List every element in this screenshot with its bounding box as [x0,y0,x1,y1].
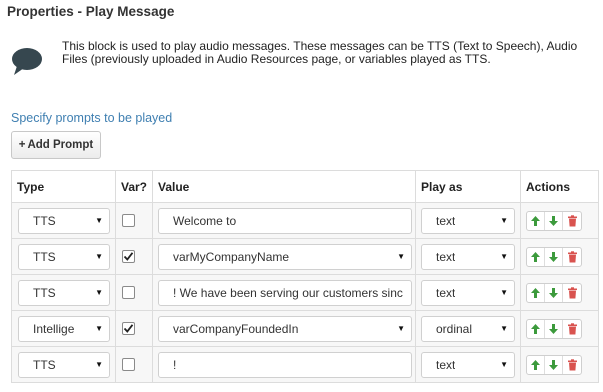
panel-bottom-edge [0,384,603,392]
play-as-select[interactable]: text ▼ [421,279,515,306]
play-as-select-text: text [436,285,456,300]
caret-down-icon: ▼ [95,252,103,261]
value-input[interactable]: ! We have been serving our customers sin… [158,279,412,306]
arrow-down-icon[interactable] [545,247,563,266]
value-select[interactable]: varMyCompanyName ▼ [158,243,412,270]
type-select[interactable]: TTS ▼ [18,279,110,306]
row-actions [526,246,582,267]
prompts-table: Type Var? Value Play as Actions TTS ▼ Wel… [11,170,599,383]
table-row: TTS ▼ Welcome to text ▼ [11,202,599,239]
arrow-down-icon[interactable] [545,211,563,230]
type-select-text: TTS [33,357,56,372]
arrow-up-icon[interactable] [527,211,545,230]
arrow-up-icon[interactable] [527,319,545,338]
play-as-select[interactable]: text ▼ [421,243,515,270]
add-prompt-label: Add Prompt [27,139,94,151]
trash-icon[interactable] [563,248,581,266]
caret-down-icon: ▼ [95,324,103,333]
table-row: TTS ▼ ! We have been serving our customer… [11,274,599,311]
caret-down-icon: ▼ [500,252,508,261]
type-select[interactable]: TTS ▼ [18,207,110,234]
table-row: TTS ▼ ! text ▼ [11,346,599,383]
var-checkbox[interactable] [122,322,135,335]
table-row: Intellige ▼ varCompanyFoundedIn ▼ ordinal ▼ [11,310,599,347]
play-as-select-text: text [436,357,456,372]
play-as-select-text: ordinal [436,321,473,336]
arrow-up-icon[interactable] [527,247,545,266]
header-value: Value [152,170,416,203]
trash-icon[interactable] [563,356,581,374]
caret-down-icon: ▼ [500,288,508,297]
play-as-select-text: text [436,213,456,228]
row-actions [526,282,582,303]
var-checkbox[interactable] [122,214,135,227]
var-checkbox[interactable] [122,358,135,371]
table-header-row: Type Var? Value Play as Actions [11,170,599,203]
play-as-select[interactable]: text ▼ [421,207,515,234]
caret-down-icon: ▼ [95,288,103,297]
type-select-text: TTS [33,249,56,264]
type-select[interactable]: TTS ▼ [18,351,110,378]
row-actions [526,210,582,231]
var-checkbox[interactable] [122,286,135,299]
trash-icon[interactable] [563,320,581,338]
arrow-down-icon[interactable] [545,283,563,302]
value-select[interactable]: varCompanyFoundedIn ▼ [158,315,412,342]
value-select-text: varCompanyFoundedIn [173,321,299,336]
caret-down-icon: ▼ [95,216,103,225]
trash-icon[interactable] [563,284,581,302]
caret-down-icon: ▼ [397,324,405,333]
panel-description: This block is used to play audio message… [62,39,578,66]
value-input[interactable]: ! [158,351,412,378]
header-var: Var? [115,170,153,203]
arrow-down-icon[interactable] [545,319,563,338]
type-select-text: TTS [33,213,56,228]
header-play-as: Play as [415,170,521,203]
value-input[interactable]: Welcome to [158,207,412,234]
row-actions [526,354,582,375]
row-actions [526,318,582,339]
type-select-text: TTS [33,285,56,300]
header-actions: Actions [520,170,599,203]
caret-down-icon: ▼ [500,216,508,225]
speech-bubble-icon [12,48,42,75]
type-select[interactable]: Intellige ▼ [18,315,110,342]
caret-down-icon: ▼ [500,324,508,333]
arrow-up-icon[interactable] [527,283,545,302]
plus-icon: + [18,139,26,151]
add-prompt-button[interactable]: + Add Prompt [11,131,101,159]
caret-down-icon: ▼ [397,252,405,261]
var-checkbox[interactable] [122,250,135,263]
type-select-text: Intellige [33,321,75,336]
play-as-select[interactable]: text ▼ [421,351,515,378]
trash-icon[interactable] [563,212,581,230]
type-select[interactable]: TTS ▼ [18,243,110,270]
arrow-down-icon[interactable] [545,355,563,374]
caret-down-icon: ▼ [500,360,508,369]
arrow-up-icon[interactable] [527,355,545,374]
specify-prompts-label: Specify prompts to be played [11,111,173,125]
panel-title: Properties - Play Message [7,4,175,19]
table-row: TTS ▼ varMyCompanyName ▼ text ▼ [11,238,599,275]
caret-down-icon: ▼ [95,360,103,369]
play-as-select-text: text [436,249,456,264]
header-type: Type [11,170,116,203]
value-select-text: varMyCompanyName [173,249,290,264]
play-as-select[interactable]: ordinal ▼ [421,315,515,342]
